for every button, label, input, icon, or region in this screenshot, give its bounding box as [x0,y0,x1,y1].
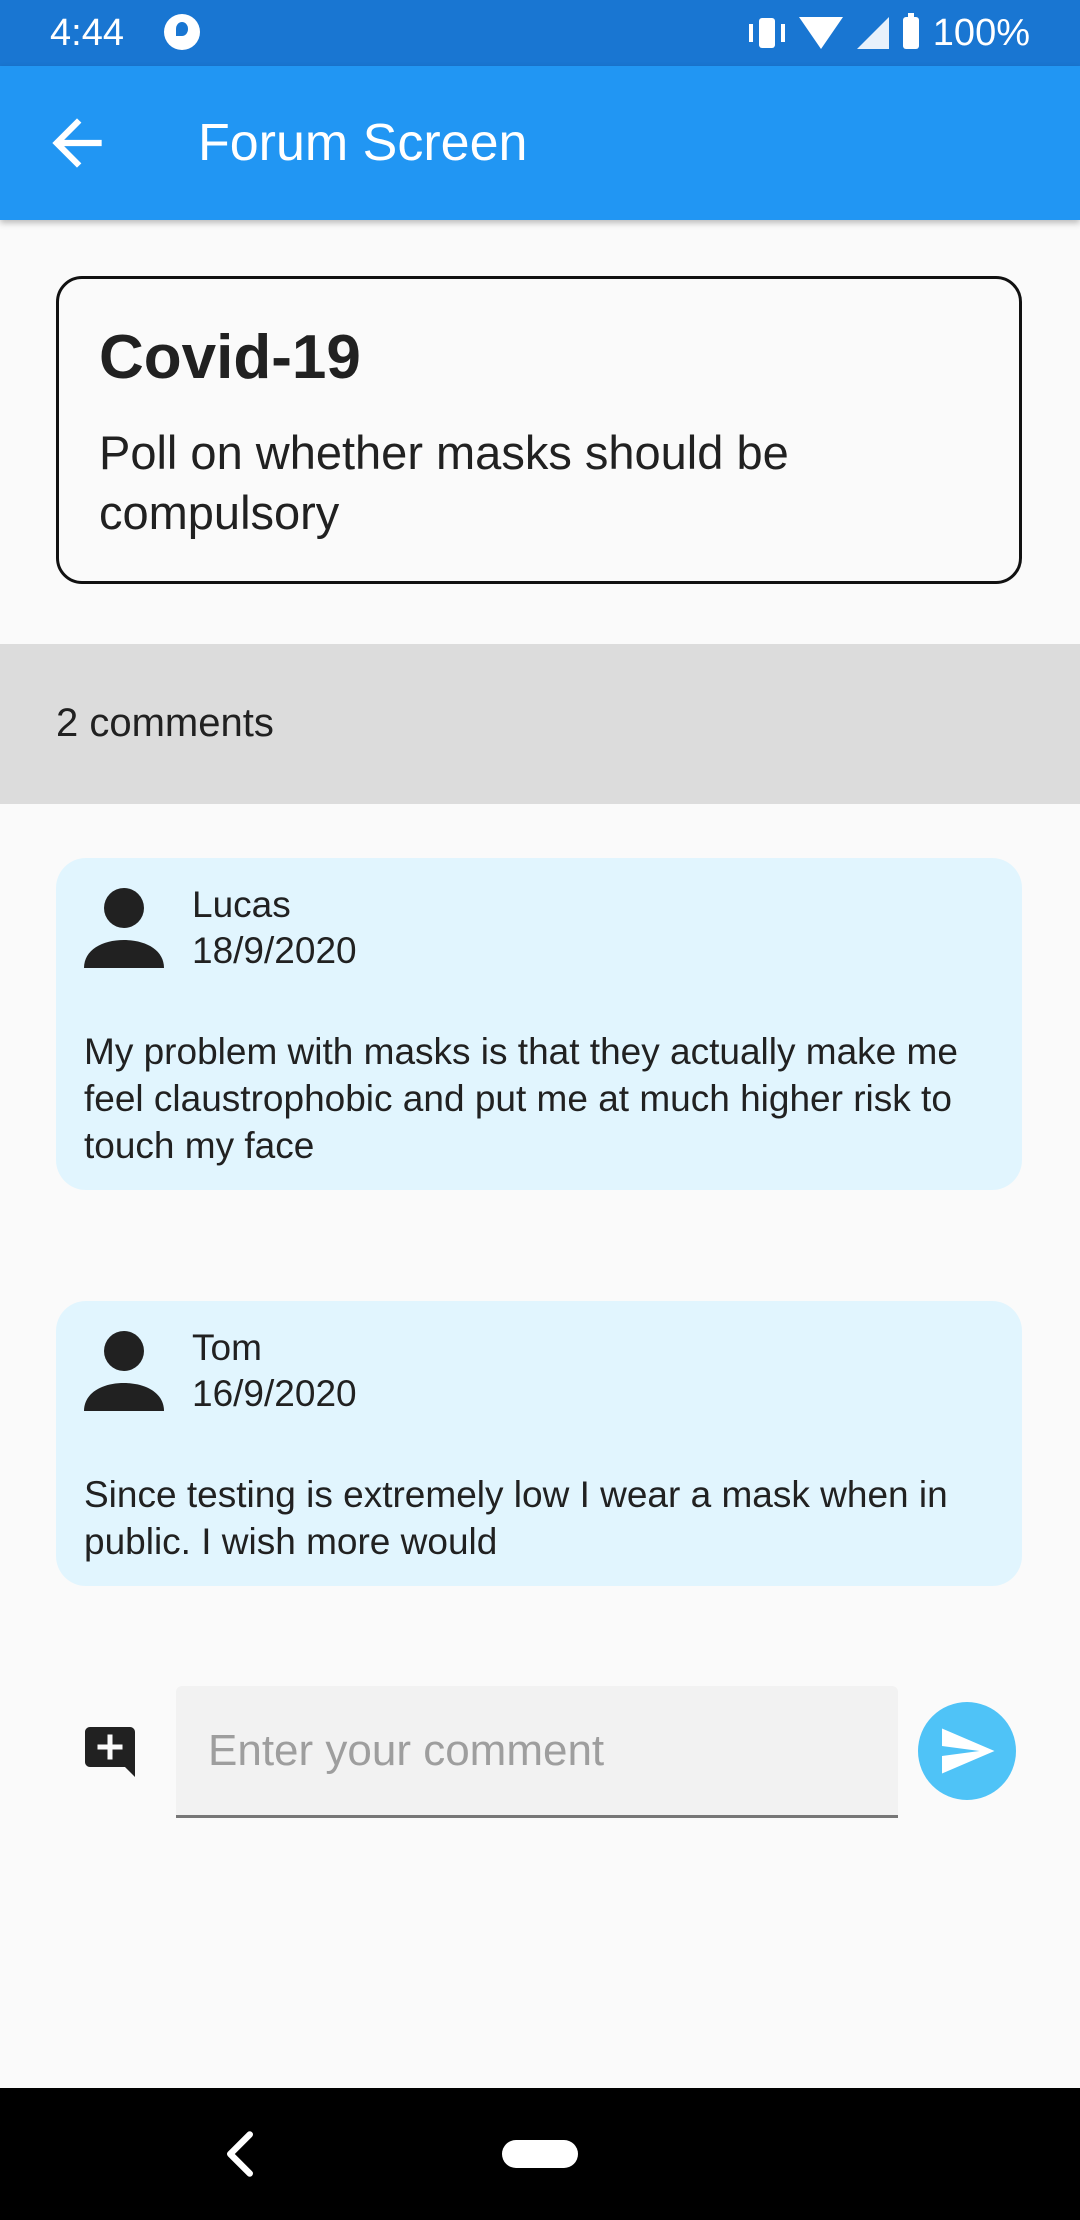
add-comment-icon [85,1727,135,1777]
post-card: Covid-19 Poll on whether masks should be… [56,276,1022,584]
nav-back-icon[interactable] [220,2128,260,2180]
comments-count: 2 comments [56,701,274,745]
comment-date: 18/9/2020 [192,930,357,971]
status-bar: 4:44 100% [0,0,1080,66]
send-button[interactable] [918,1702,1016,1800]
app-notification-icon [164,14,200,50]
comment-author: Lucas [192,884,291,925]
comment-card: Lucas 18/9/2020 My problem with masks is… [56,858,1022,1190]
page-title: Forum Screen [198,114,528,172]
vibrate-icon [748,18,785,48]
comment-date: 16/9/2020 [192,1373,357,1414]
comment-card: Tom 16/9/2020 Since testing is extremely… [56,1301,1022,1586]
battery-percentage: 100% [932,12,1030,54]
comment-text: Since testing is extremely low I wear a … [84,1474,948,1562]
arrow-back-icon [52,118,102,168]
app-bar: Forum Screen [0,66,1080,220]
status-time: 4:44 [50,12,124,54]
navigation-bar [0,2088,1080,2220]
signal-icon [856,17,889,49]
back-button[interactable] [40,106,114,180]
comment-author: Tom [192,1327,262,1368]
post-title: Covid-19 [99,323,361,392]
person-icon [84,888,164,968]
nav-home-button[interactable] [502,2140,578,2168]
status-icons: 100% [748,10,1030,56]
comment-text: My problem with masks is that they actua… [84,1031,958,1166]
post-description: Poll on whether masks should be compulso… [99,426,789,539]
person-icon [84,1331,164,1411]
wifi-icon [798,17,843,49]
battery-icon [902,13,919,49]
comments-count-bar: 2 comments [0,644,1080,804]
comment-input[interactable] [176,1686,898,1818]
send-icon [942,1728,995,1774]
